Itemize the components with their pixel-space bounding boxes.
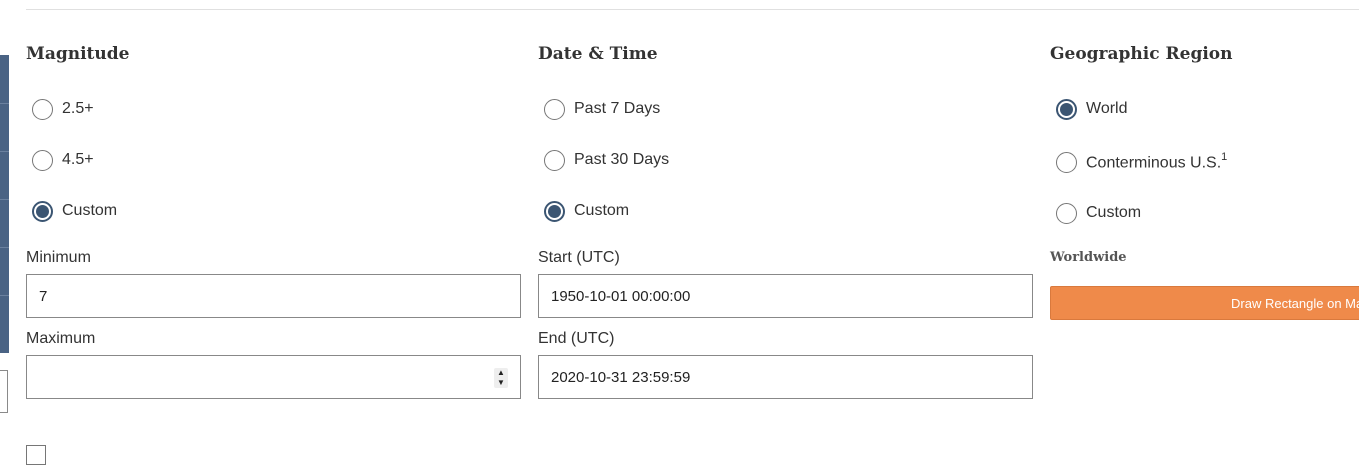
radio-selected-dot <box>1060 102 1073 116</box>
sidebar-input-edge[interactable] <box>0 370 8 413</box>
draw-rectangle-button[interactable]: Draw Rectangle on Map <box>1050 286 1359 320</box>
stepper-up-icon[interactable]: ▲ <box>497 368 505 378</box>
datetime-option-past-30-days[interactable]: Past 30 Days <box>538 147 669 173</box>
radio-label: Custom <box>1086 204 1142 221</box>
end-utc-label: End (UTC) <box>538 330 615 347</box>
radio-magnitude-4-5[interactable] <box>32 149 53 171</box>
magnitude-option-custom[interactable]: Custom <box>26 198 117 224</box>
region-section: Geographic Region World Conterminous U.S… <box>1050 0 1359 451</box>
stepper-down-icon[interactable]: ▼ <box>497 378 505 388</box>
sidebar-divider <box>0 295 9 296</box>
radio-region-conterminous-us[interactable] <box>1056 151 1077 173</box>
sidebar-divider <box>0 247 9 248</box>
radio-label: Custom <box>574 202 630 219</box>
radio-label-text: Conterminous U.S. <box>1086 154 1222 172</box>
maximum-magnitude-input[interactable]: ▲ ▼ <box>26 355 521 399</box>
minimum-magnitude-input[interactable] <box>26 274 521 318</box>
radio-label: Past 7 Days <box>574 100 661 117</box>
maximum-magnitude-field[interactable] <box>39 368 508 386</box>
radio-past-7-days[interactable] <box>544 98 565 120</box>
region-option-conterminous-us[interactable]: Conterminous U.S.1 <box>1050 149 1227 175</box>
end-utc-input[interactable] <box>538 355 1033 399</box>
radio-region-custom[interactable] <box>1056 202 1077 224</box>
magnitude-section: Magnitude 2.5+ 4.5+ Custom Minimum Maxim… <box>26 0 521 451</box>
datetime-heading: Date & Time <box>538 44 658 64</box>
number-stepper[interactable]: ▲ ▼ <box>494 368 508 388</box>
radio-past-30-days[interactable] <box>544 149 565 171</box>
sidebar-strip <box>0 55 9 353</box>
radio-magnitude-custom[interactable] <box>32 200 53 222</box>
minimum-magnitude-field[interactable] <box>39 287 508 305</box>
radio-label: 2.5+ <box>62 100 94 117</box>
start-utc-input[interactable] <box>538 274 1033 318</box>
region-heading: Geographic Region <box>1050 44 1233 64</box>
radio-region-world[interactable] <box>1056 98 1077 120</box>
datetime-section: Date & Time Past 7 Days Past 30 Days Cus… <box>538 0 1033 451</box>
magnitude-option-4-5[interactable]: 4.5+ <box>26 147 94 173</box>
datetime-option-custom[interactable]: Custom <box>538 198 629 224</box>
region-option-world[interactable]: World <box>1050 96 1128 122</box>
footnote-marker: 1 <box>1221 150 1228 163</box>
sidebar-divider <box>0 151 9 152</box>
radio-datetime-custom[interactable] <box>544 200 565 222</box>
radio-label: Past 30 Days <box>574 151 670 168</box>
region-option-custom[interactable]: Custom <box>1050 200 1141 226</box>
radio-label: World <box>1086 100 1128 117</box>
magnitude-option-2-5[interactable]: 2.5+ <box>26 96 94 122</box>
bottom-checkbox[interactable] <box>26 445 46 465</box>
minimum-label: Minimum <box>26 249 91 266</box>
radio-label: Conterminous U.S.1 <box>1086 150 1228 172</box>
magnitude-heading: Magnitude <box>26 44 130 64</box>
radio-label: 4.5+ <box>62 151 94 168</box>
radio-selected-dot <box>36 204 49 218</box>
end-utc-field[interactable] <box>551 368 1020 386</box>
sidebar-divider <box>0 199 9 200</box>
radio-selected-dot <box>548 204 561 218</box>
sidebar-divider <box>0 103 9 104</box>
radio-label: Custom <box>62 202 118 219</box>
start-utc-label: Start (UTC) <box>538 249 620 266</box>
maximum-label: Maximum <box>26 330 96 347</box>
region-subheading: Worldwide <box>1050 250 1127 265</box>
datetime-option-past-7-days[interactable]: Past 7 Days <box>538 96 660 122</box>
start-utc-field[interactable] <box>551 287 1020 305</box>
radio-magnitude-2-5[interactable] <box>32 98 53 120</box>
